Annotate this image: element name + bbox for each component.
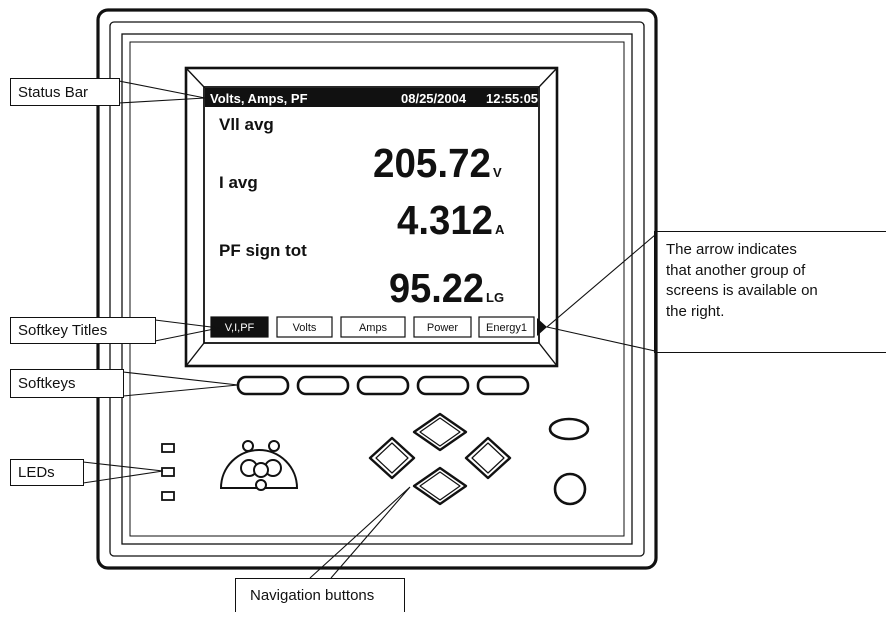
reading-unit-i-avg: A [495, 222, 505, 237]
leader-leds [82, 461, 164, 484]
callout-status-bar: Status Bar [10, 78, 120, 106]
led-3 [161, 491, 175, 501]
optical-port-icon [219, 440, 299, 491]
softkey-title-power: Power [427, 322, 459, 334]
status-bar-time: 12:55:05 [486, 91, 538, 106]
reading-label-i-avg: I avg [219, 173, 258, 192]
softkey-1-button[interactable] [236, 375, 290, 396]
round-button[interactable] [553, 472, 587, 506]
reading-unit-vll-avg: V [493, 165, 502, 180]
led-2 [161, 467, 175, 477]
leader-softkeys [122, 371, 239, 397]
reading-unit-pf-sign-tot: LG [486, 290, 504, 305]
led-1 [161, 443, 175, 453]
reading-value-i-avg: 4.312 [397, 197, 493, 243]
softkey-2-button[interactable] [296, 375, 350, 396]
nav-down-button[interactable] [412, 466, 468, 506]
softkey-title-amps: Amps [359, 322, 388, 334]
callout-navigation-buttons: Navigation buttons [235, 578, 405, 612]
arrow-note-line-3: screens is available on [666, 282, 818, 299]
nav-left-button[interactable] [368, 436, 416, 480]
side-buttons [548, 417, 590, 506]
oval-button[interactable] [548, 417, 590, 441]
callout-arrow-note-text: The arrow indicates that another group o… [666, 240, 882, 322]
softkey-title-energy1: Energy1 [486, 322, 527, 334]
leader-navigation [309, 486, 411, 579]
nav-right-button[interactable] [464, 436, 512, 480]
softkey-5-button[interactable] [476, 375, 530, 396]
leader-arrow-note [545, 234, 656, 352]
callout-softkey-titles: Softkey Titles [10, 317, 156, 344]
arrow-note-line-4: the right. [666, 302, 725, 320]
reading-value-vll-avg: 205.72 [373, 140, 491, 186]
arrow-note-line-1: The arrow indicates [666, 241, 797, 258]
softkeys [236, 375, 530, 396]
callout-leds: LEDs [10, 459, 84, 486]
status-bar-date: 08/25/2004 [401, 91, 467, 106]
nav-up-button[interactable] [412, 412, 468, 452]
callout-softkeys: Softkeys [10, 369, 124, 398]
navigation-buttons [368, 412, 512, 506]
leds [161, 443, 175, 501]
softkey-title-volts: Volts [293, 322, 317, 334]
softkey-3-button[interactable] [356, 375, 410, 396]
reading-label-pf-sign-tot: PF sign tot [219, 241, 307, 260]
softkey-4-button[interactable] [416, 375, 470, 396]
status-bar-title: Volts, Amps, PF [210, 91, 308, 106]
reading-value-pf-sign-tot: 95.22 [389, 265, 484, 311]
arrow-note-line-2: that another group of [666, 261, 806, 279]
reading-label-vll-avg: Vll avg [219, 115, 274, 134]
softkey-titles: V,I,PF Volts Amps Power Energy1 [210, 316, 535, 338]
softkey-title-vipf: V,I,PF [225, 322, 255, 334]
